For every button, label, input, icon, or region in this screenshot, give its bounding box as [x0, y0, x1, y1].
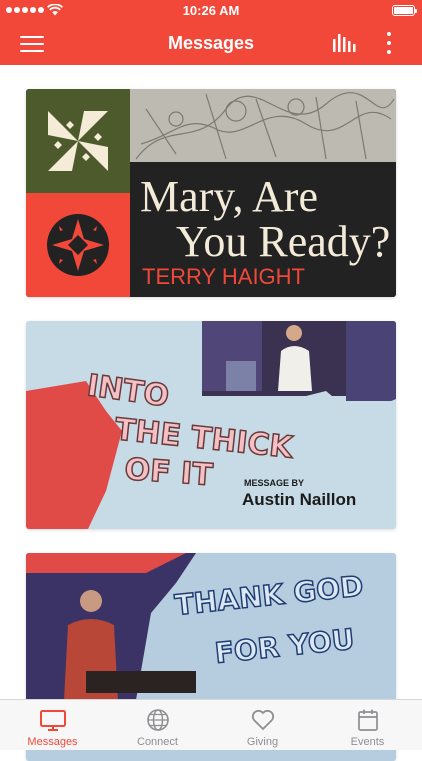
status-time: 10:26 AM: [182, 3, 240, 18]
tab-label: Messages: [27, 736, 78, 748]
navigation-bar: Messages: [0, 22, 422, 65]
tab-label: Events: [350, 736, 385, 748]
heart-icon: [251, 709, 275, 730]
card-title-line1: Mary, Are: [140, 172, 318, 221]
tab-label: Giving: [246, 736, 279, 748]
card-title-line3: OF IT: [123, 452, 214, 493]
audio-bars-icon[interactable]: [332, 33, 356, 53]
more-options-button[interactable]: [384, 31, 394, 55]
status-bar: 10:26 AM: [0, 0, 422, 22]
tab-bar: Messages Connect Giving Events: [0, 699, 422, 750]
card-speaker: TERRY HAIGHT: [142, 264, 305, 289]
tv-icon: [40, 710, 66, 731]
card-speaker: Austin Naillon: [242, 490, 356, 509]
card-title-line2: You Ready?: [176, 217, 390, 266]
card-byline: MESSAGE BY: [244, 478, 304, 488]
tab-connect[interactable]: Connect: [105, 700, 210, 751]
message-artwork: INTO THE THICK OF IT MESSAGE BY Austin N…: [26, 321, 396, 529]
message-card-into-the-thick-of-it[interactable]: INTO THE THICK OF IT MESSAGE BY Austin N…: [26, 321, 396, 529]
message-artwork: Mary, Are You Ready? TERRY HAIGHT: [26, 89, 396, 297]
tab-giving[interactable]: Giving: [210, 700, 315, 751]
message-card-mary-are-you-ready[interactable]: Mary, Are You Ready? TERRY HAIGHT: [26, 89, 396, 297]
tab-label: Connect: [137, 736, 178, 748]
globe-icon: [147, 709, 169, 731]
calendar-icon: [358, 709, 378, 731]
message-artwork: THANK GOD FOR YOU: [26, 553, 396, 700]
tab-events[interactable]: Events: [315, 700, 420, 751]
page-title: Messages: [167, 33, 255, 53]
battery-icon: [392, 5, 417, 16]
tab-messages[interactable]: Messages: [0, 700, 105, 751]
